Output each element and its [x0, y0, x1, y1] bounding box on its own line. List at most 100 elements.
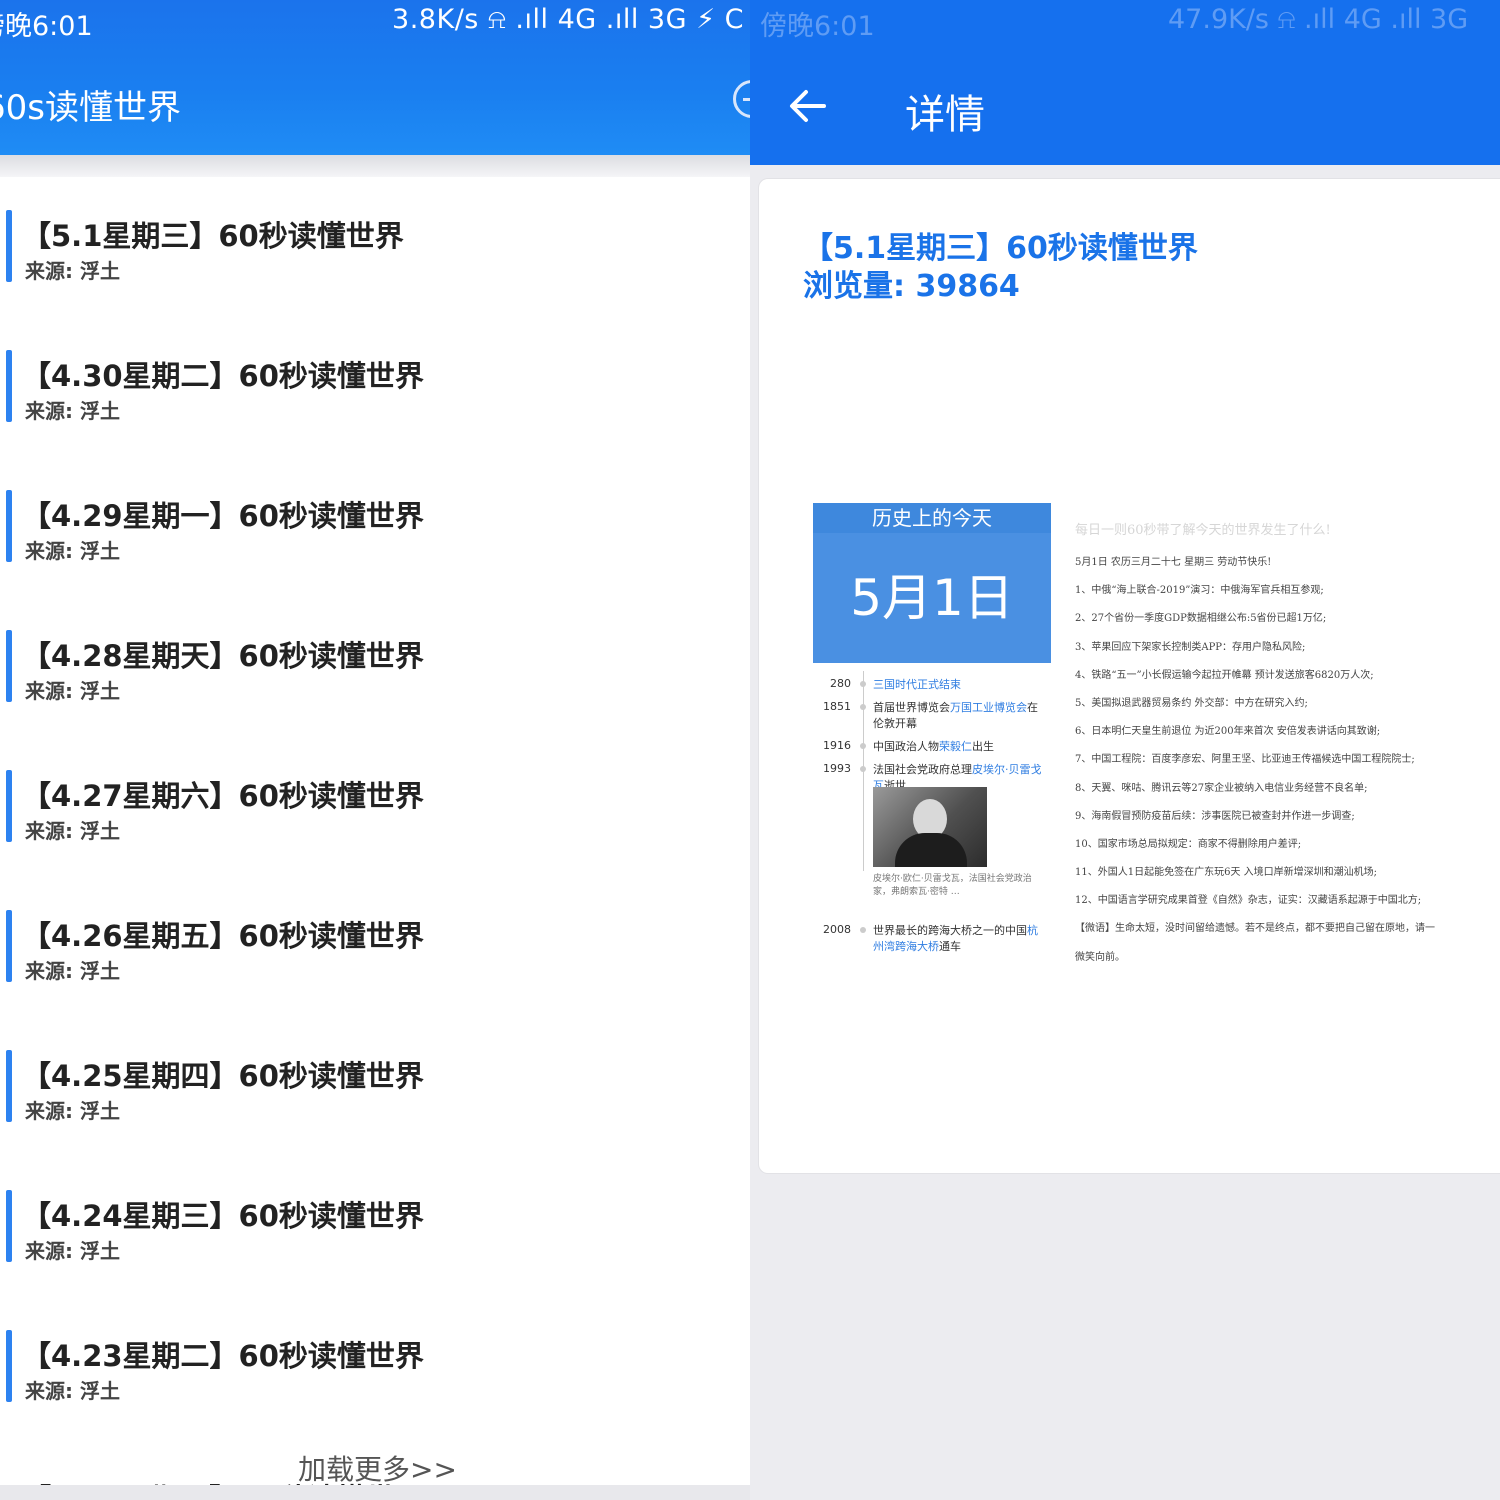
history-panel: 历史上的今天 5月1日 280 三国时代正式结束 1851 首届世界博览会万国工…: [813, 503, 1051, 961]
list-item[interactable]: 【4.30星期二】60秒读懂世界来源: 浮土: [0, 317, 750, 457]
event-text: 世界最长的跨海大桥之一的中国杭州湾跨海大桥通车: [873, 923, 1045, 955]
news-header: 每日一则60秒带了解今天的世界发生了什么!: [1075, 523, 1331, 538]
article-card: 【5.1星期三】60秒读懂世界 浏览量: 39864 历史上的今天 5月1日 2…: [758, 178, 1500, 1174]
accent-bar: [6, 1190, 12, 1262]
accent-bar: [6, 490, 12, 562]
accent-bar: [6, 1330, 12, 1402]
news-panel: 每日一则60秒带了解今天的世界发生了什么! 5月1日 农历三月二十七 星期三 劳…: [1075, 519, 1500, 976]
accent-bar: [6, 910, 12, 982]
bottom-edge: [0, 1485, 750, 1500]
news-line: 10、国家市场总局拟规定：商家不得删除用户差评;: [1075, 838, 1302, 850]
detail-title: 详情: [905, 92, 985, 138]
history-header: 历史上的今天: [813, 503, 1051, 533]
event-text: 首届世界博览会万国工业博览会在伦敦开幕: [873, 700, 1045, 732]
news-line: 8、天翼、咪咕、腾讯云等27家企业被纳入电信业务经营不良名单;: [1075, 782, 1368, 794]
accent-bar: [6, 770, 12, 842]
item-title: 【4.29星期一】60秒读懂世界: [22, 499, 424, 533]
photo-body: [895, 833, 967, 867]
accent-bar: [6, 350, 12, 422]
news-line: 9、海南假冒预防疫苗后续：涉事医院已被查封并作进一步调查;: [1075, 810, 1355, 822]
event-post: 出生: [972, 740, 994, 753]
news-line: 6、日本明仁天皇生前退位 为近200年来首次 安倍发表讲话向其致谢;: [1075, 726, 1381, 738]
person-photo: [873, 787, 987, 867]
event-post: 通车: [939, 940, 961, 953]
item-source: 来源: 浮土: [25, 679, 120, 703]
news-line: 2、27个省份一季度GDP数据相继公布:5省份已超1万亿;: [1075, 613, 1327, 625]
news-line: 微笑向前。: [1075, 951, 1125, 963]
app-header: 傍晚6:01 3.8K/s ⍾ .ıll 4G .ıll 3G ⚡ C 60s读…: [0, 0, 750, 155]
accent-bar: [6, 630, 12, 702]
photo-caption: 皮埃尔·欧仁·贝雷戈瓦，法国社会党政治家，弗朗索瓦·密特 …: [873, 874, 1032, 897]
header-shadow: [0, 155, 750, 177]
list-item[interactable]: 【4.27星期六】60秒读懂世界来源: 浮土: [0, 737, 750, 877]
news-line: 【微语】生命太短，没时间留给遗憾。若不是终点，都不要把自己留在原地，请一: [1075, 923, 1435, 935]
accent-bar: [6, 210, 12, 282]
event-dot: [860, 704, 866, 710]
news-line: 4、铁路“五一”小长假运输今起拉开帷幕 预计发送旅客6820万人次;: [1075, 669, 1374, 681]
status-bar: 傍晚6:01 3.8K/s ⍾ .ıll 4G .ıll 3G ⚡ C: [0, 0, 750, 42]
status-time: 傍晚6:01: [760, 11, 875, 42]
item-source: 来源: 浮土: [25, 259, 120, 283]
news-line: 5月1日 农历三月二十七 星期三 劳动节快乐!: [1075, 557, 1272, 568]
list-item[interactable]: 【4.26星期五】60秒读懂世界来源: 浮土: [0, 877, 750, 1017]
item-title: 【4.23星期二】60秒读懂世界: [22, 1339, 424, 1373]
item-title: 【4.30星期二】60秒读懂世界: [22, 359, 424, 393]
news-line: 5、美国拟退武器贸易条约 外交部：中方在研究入约;: [1075, 697, 1308, 709]
list-item[interactable]: 【4.29星期一】60秒读懂世界来源: 浮土: [0, 457, 750, 597]
item-title: 【4.28星期天】60秒读懂世界: [22, 639, 424, 673]
app-title: 60s读懂世界: [0, 88, 181, 128]
item-title: 【4.24星期三】60秒读懂世界: [22, 1199, 424, 1233]
item-source: 来源: 浮土: [25, 539, 120, 563]
event-pre: 首届世界博览会: [873, 701, 950, 714]
event-pre: 世界最长的跨海大桥之一的中国: [873, 924, 1027, 937]
event-dot: [860, 743, 866, 749]
status-indicators: 47.9K/s ⍾ .ıll 4G .ıll 3G: [1168, 4, 1469, 35]
article-list: 【5.1星期三】60秒读懂世界 来源: 浮土 【4.30星期二】60秒读懂世界 来源…: [0, 177, 750, 1437]
event-dot: [860, 681, 866, 687]
back-arrow-icon[interactable]: [788, 86, 828, 126]
news-line: 1、中俄“海上联合-2019”演习：中俄海军官兵相互参观;: [1075, 585, 1324, 597]
news-line: 3、苹果回应下架家长控制类APP：存用户隐私风险;: [1075, 641, 1306, 653]
event-link[interactable]: 三国时代正式结束: [873, 678, 961, 691]
detail-header: 傍晚6:01 47.9K/s ⍾ .ıll 4G .ıll 3G 详情: [750, 0, 1500, 165]
item-source: 来源: 浮土: [25, 399, 120, 423]
item-source: 来源: 浮土: [25, 1239, 120, 1263]
news-line: 7、中国工程院：百度李彦宏、阿里王坚、比亚迪王传福候选中国工程院院士;: [1075, 754, 1415, 766]
history-timeline: 280 三国时代正式结束 1851 首届世界博览会万国工业博览会在伦敦开幕 19…: [813, 671, 1051, 961]
item-title: 【4.25星期四】60秒读懂世界: [22, 1059, 424, 1093]
event-text: 三国时代正式结束: [873, 677, 1045, 693]
event-year: 1993: [823, 762, 851, 775]
item-source: 来源: 浮土: [25, 1379, 120, 1403]
event-dot: [860, 927, 866, 933]
list-item[interactable]: 【4.25星期四】60秒读懂世界来源: 浮土: [0, 1017, 750, 1157]
load-more-button[interactable]: 加载更多>>: [298, 1448, 457, 1488]
item-title: 【4.27星期六】60秒读懂世界: [22, 779, 424, 813]
event-year: 1851: [823, 700, 851, 713]
event-year: 2008: [823, 923, 851, 936]
list-item[interactable]: 【4.24星期三】60秒读懂世界来源: 浮土: [0, 1157, 750, 1297]
history-date: 5月1日: [813, 533, 1051, 663]
event-link[interactable]: 荣毅仁: [939, 740, 972, 753]
event-year: 280: [830, 677, 851, 690]
collapse-icon[interactable]: [733, 80, 750, 118]
event-text: 中国政治人物荣毅仁出生: [873, 739, 1045, 755]
event-year: 1916: [823, 739, 851, 752]
detail-screen: 傍晚6:01 47.9K/s ⍾ .ıll 4G .ıll 3G 详情 【5.1…: [750, 0, 1500, 1500]
news-line: 11、外国人1日起能免签在广东玩6天 入境口岸新增深圳和潮汕机场;: [1075, 867, 1377, 879]
event-dot: [860, 766, 866, 772]
item-source: 来源: 浮土: [25, 819, 120, 843]
item-source: 来源: 浮土: [25, 959, 120, 983]
status-indicators: 3.8K/s ⍾ .ıll 4G .ıll 3G ⚡ C: [392, 4, 744, 35]
event-pre: 法国社会党政府总理: [873, 763, 972, 776]
list-item[interactable]: 【5.1星期三】60秒读懂世界来源: 浮土: [0, 177, 750, 317]
list-item[interactable]: 【4.28星期天】60秒读懂世界来源: 浮土: [0, 597, 750, 737]
news-line: 12、中国语言学研究成果首登《自然》杂志，证实：汉藏语系起源于中国北方;: [1075, 895, 1422, 907]
event-link[interactable]: 万国工业博览会: [950, 701, 1027, 714]
list-screen: 傍晚6:01 3.8K/s ⍾ .ıll 4G .ıll 3G ⚡ C 60s读…: [0, 0, 750, 1500]
list-item[interactable]: 【4.23星期二】60秒读懂世界来源: 浮土: [0, 1297, 750, 1437]
item-title: 【4.26星期五】60秒读懂世界: [22, 919, 424, 953]
item-source: 来源: 浮土: [25, 1099, 120, 1123]
item-title: 【5.1星期三】60秒读懂世界: [22, 219, 404, 253]
event-pre: 中国政治人物: [873, 740, 939, 753]
view-count: 浏览量: 39864: [803, 269, 1020, 304]
